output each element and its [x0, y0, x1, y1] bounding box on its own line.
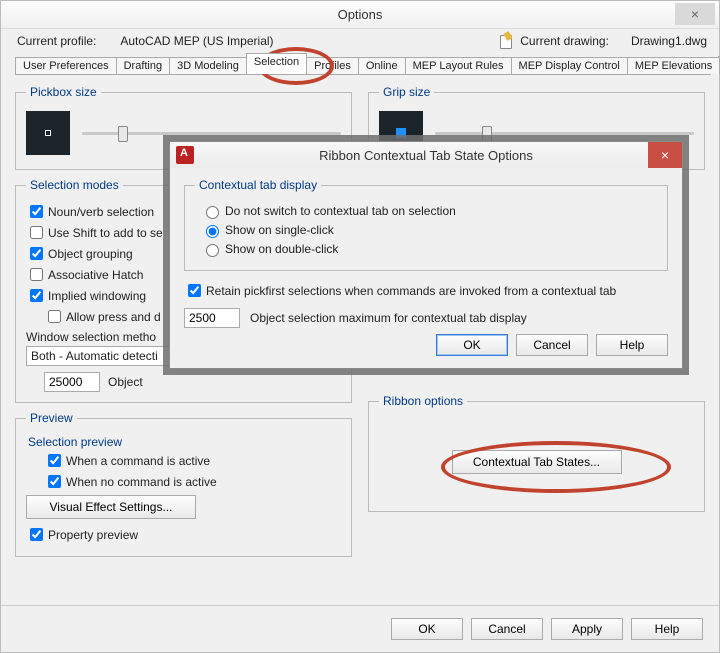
visual-effect-settings-button[interactable]: Visual Effect Settings...: [26, 495, 196, 519]
dialog-titlebar: Ribbon Contextual Tab State Options ×: [170, 142, 682, 168]
tab-mep-layout-rules[interactable]: MEP Layout Rules: [405, 57, 512, 74]
tab-profiles[interactable]: Profiles: [306, 57, 359, 74]
tab-3d-modeling[interactable]: 3D Modeling: [169, 57, 247, 74]
property-preview-checkbox[interactable]: Property preview: [26, 525, 341, 544]
pickbox-legend: Pickbox size: [26, 85, 101, 99]
footer-buttons: OK Cancel Apply Help: [1, 605, 719, 652]
contextual-tab-dialog: Ribbon Contextual Tab State Options × Co…: [169, 141, 683, 369]
drawing-label: Current drawing:: [520, 34, 609, 48]
profile-row: Current profile: AutoCAD MEP (US Imperia…: [1, 29, 719, 49]
pickbox-slider[interactable]: [82, 123, 341, 143]
ribbon-legend: Ribbon options: [379, 394, 467, 408]
window-selection-combo[interactable]: Both - Automatic detecti: [26, 346, 176, 366]
app-icon: [176, 146, 194, 164]
cancel-button[interactable]: Cancel: [471, 618, 543, 640]
profile-label: Current profile:: [17, 34, 96, 48]
retain-pickfirst-checkbox[interactable]: Retain pickfirst selections when command…: [184, 281, 668, 300]
window-title: Options: [338, 7, 383, 22]
contextual-tab-display-group: Contextual tab display Do not switch to …: [184, 178, 668, 271]
tab-drafting[interactable]: Drafting: [116, 57, 171, 74]
dialog-cancel-button[interactable]: Cancel: [516, 334, 588, 356]
close-icon[interactable]: ×: [675, 3, 715, 25]
preview-group: Preview Selection preview When a command…: [15, 411, 352, 557]
radio-do-not-switch[interactable]: Do not switch to contextual tab on selec…: [201, 203, 657, 219]
titlebar: Options ×: [1, 1, 719, 29]
grip-slider[interactable]: [435, 123, 694, 143]
profile-value: AutoCAD MEP (US Imperial): [120, 34, 273, 48]
selection-max-label: Object: [108, 375, 143, 389]
selection-preview-label: Selection preview: [28, 435, 341, 449]
tab-mep-elevations[interactable]: MEP Elevations: [627, 57, 720, 74]
tab-mep-display-control[interactable]: MEP Display Control: [511, 57, 628, 74]
pickbox-preview: [26, 111, 70, 155]
object-selection-max-input[interactable]: [184, 308, 240, 328]
cmd-active-checkbox[interactable]: When a command is active: [44, 451, 341, 470]
dialog-ok-button[interactable]: OK: [436, 334, 508, 356]
cmd-inactive-checkbox[interactable]: When no command is active: [44, 472, 341, 491]
apply-button[interactable]: Apply: [551, 618, 623, 640]
tab-user-preferences[interactable]: User Preferences: [15, 57, 117, 74]
object-selection-max-label: Object selection maximum for contextual …: [250, 311, 527, 325]
radio-double-click[interactable]: Show on double-click: [201, 241, 657, 257]
tab-online[interactable]: Online: [358, 57, 406, 74]
radio-single-click[interactable]: Show on single-click: [201, 222, 657, 238]
tab-selection[interactable]: Selection: [246, 53, 307, 74]
dialog-title: Ribbon Contextual Tab State Options: [319, 148, 533, 163]
help-button[interactable]: Help: [631, 618, 703, 640]
ribbon-options-group: Ribbon options Contextual Tab States...: [368, 394, 705, 512]
ctx-display-legend: Contextual tab display: [195, 178, 321, 192]
contextual-tab-states-button[interactable]: Contextual Tab States...: [452, 450, 622, 474]
grip-legend: Grip size: [379, 85, 434, 99]
selmodes-legend: Selection modes: [26, 178, 123, 192]
tabstrip: User Preferences Drafting 3D Modeling Se…: [15, 53, 711, 75]
preview-legend: Preview: [26, 411, 77, 425]
selection-max-input[interactable]: [44, 372, 100, 392]
options-window: Options × Current profile: AutoCAD MEP (…: [0, 0, 720, 653]
drawing-value: Drawing1.dwg: [631, 34, 707, 48]
drawing-icon: [498, 33, 514, 49]
ok-button[interactable]: OK: [391, 618, 463, 640]
dialog-help-button[interactable]: Help: [596, 334, 668, 356]
dialog-close-icon[interactable]: ×: [648, 142, 682, 168]
